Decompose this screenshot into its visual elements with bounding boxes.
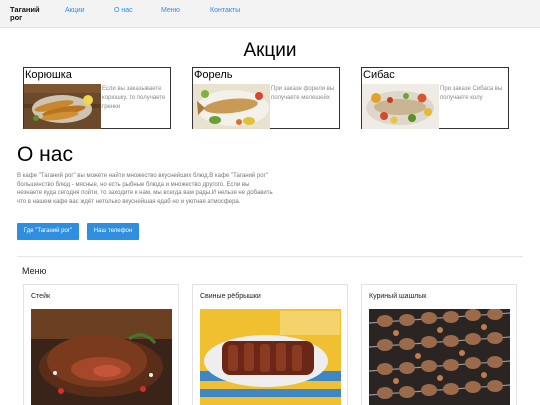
seabass-photo bbox=[362, 84, 439, 129]
promo-card-trout[interactable]: Форель При заказе форели вы получаете ме… bbox=[192, 67, 340, 129]
nav-link-menu[interactable]: Меню bbox=[161, 7, 180, 14]
about-heading: О нас bbox=[17, 143, 73, 166]
promo-card-description: Если вы заказываете корюшку, то получает… bbox=[102, 86, 166, 110]
nav-link-promos[interactable]: Акции bbox=[65, 7, 85, 14]
promo-card-description: При заказе Сибаса вы получаете колу bbox=[440, 86, 503, 101]
top-navbar: Таганий рог Акции О нас Меню Контакты bbox=[0, 0, 540, 28]
ribs-photo bbox=[200, 309, 341, 405]
menu-heading: Меню bbox=[22, 266, 47, 276]
menu-card-title: Куриный шашлык bbox=[369, 293, 427, 300]
location-button[interactable]: Где "Таганий рог" bbox=[17, 223, 79, 240]
menu-card-title: Свиные рёбрышки bbox=[200, 293, 261, 300]
promo-card-title: Корюшка bbox=[25, 69, 72, 81]
smelt-photo bbox=[24, 84, 101, 129]
menu-card-steak[interactable]: Стейк bbox=[23, 284, 179, 405]
nav-link-contacts[interactable]: Контакты bbox=[210, 7, 240, 14]
nav-link-about[interactable]: О нас bbox=[114, 7, 133, 14]
phone-button[interactable]: Наш телефон bbox=[87, 223, 139, 240]
brand-logo-text[interactable]: Таганий рог bbox=[10, 6, 50, 22]
promo-card-title: Сибас bbox=[363, 69, 395, 81]
promos-heading: Акции bbox=[243, 40, 297, 61]
menu-card-ribs[interactable]: Свиные рёбрышки bbox=[192, 284, 348, 405]
steak-photo bbox=[31, 309, 172, 405]
promo-card-smelt[interactable]: Корюшка Если вы заказываете корюшку, то … bbox=[23, 67, 171, 129]
promo-card-title: Форель bbox=[194, 69, 233, 81]
kebab-photo bbox=[369, 309, 510, 405]
promo-card-seabass[interactable]: Сибас При заказе Сибаса вы получаете кол… bbox=[361, 67, 509, 129]
menu-card-title: Стейк bbox=[31, 293, 51, 300]
promo-card-description: При заказе форели вы получаете мелешейх bbox=[271, 86, 335, 101]
menu-card-kebab[interactable]: Куриный шашлык bbox=[361, 284, 517, 405]
section-divider bbox=[17, 256, 523, 257]
trout-photo bbox=[193, 84, 270, 129]
about-description: В кафе "Таганий рог" вы можете найти мно… bbox=[17, 173, 273, 206]
